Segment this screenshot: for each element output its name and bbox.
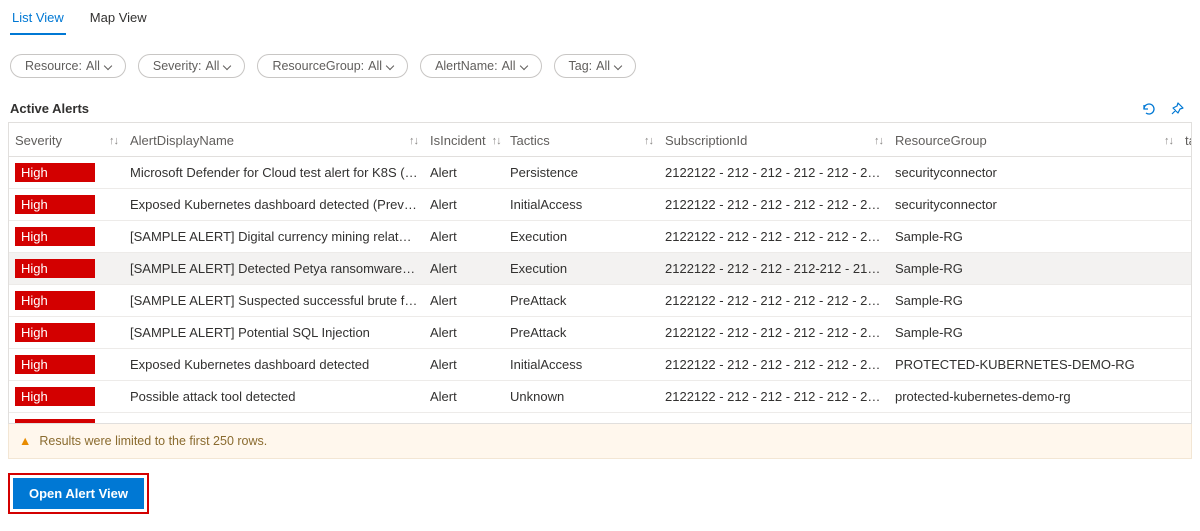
severity-badge: High bbox=[15, 163, 95, 182]
tab-map-view[interactable]: Map View bbox=[88, 6, 149, 35]
severity-badge: High bbox=[15, 355, 95, 374]
filter-resource[interactable]: Resource: All bbox=[10, 54, 126, 78]
severity-badge: High bbox=[15, 195, 95, 214]
open-alert-view-button[interactable]: Open Alert View bbox=[13, 478, 144, 509]
table-row[interactable]: High[SAMPLE ALERT] Potential SQL Injecti… bbox=[9, 317, 1191, 349]
table-row[interactable]: High[SAMPLE ALERT] Digital currency mini… bbox=[9, 221, 1191, 253]
view-tabs: List View Map View bbox=[8, 6, 1192, 36]
warning-icon: ▲ bbox=[19, 434, 31, 448]
filter-alertname[interactable]: AlertName: All bbox=[420, 54, 541, 78]
table-row[interactable]: HighExposed Kubernetes dashboard detecte… bbox=[9, 349, 1191, 381]
severity-badge: High bbox=[15, 323, 95, 342]
col-severity[interactable]: Severity↑↓ bbox=[9, 123, 124, 157]
sort-icon[interactable]: ↑↓ bbox=[492, 135, 501, 147]
sort-icon[interactable]: ↑↓ bbox=[644, 135, 653, 147]
table-row[interactable]: High[SAMPLE ALERT] Suspected successful … bbox=[9, 285, 1191, 317]
filter-tag[interactable]: Tag: All bbox=[554, 54, 637, 78]
open-alert-view-highlight: Open Alert View bbox=[8, 473, 149, 514]
sort-icon[interactable]: ↑↓ bbox=[109, 135, 118, 147]
results-limit-banner: ▲ Results were limited to the first 250 … bbox=[8, 424, 1192, 459]
col-subscription[interactable]: SubscriptionId↑↓ bbox=[659, 123, 889, 157]
banner-text: Results were limited to the first 250 ro… bbox=[39, 434, 267, 448]
col-tactics[interactable]: Tactics↑↓ bbox=[504, 123, 659, 157]
sort-icon[interactable]: ↑↓ bbox=[409, 135, 418, 147]
chevron-down-icon bbox=[520, 62, 529, 71]
severity-badge: High bbox=[15, 387, 95, 406]
col-alert-name[interactable]: AlertDisplayName↑↓ bbox=[124, 123, 424, 157]
col-tags[interactable]: tags↑↓ bbox=[1179, 123, 1191, 157]
table-row[interactable]: HighMicrosoft Defender for Cloud test al… bbox=[9, 157, 1191, 189]
chevron-down-icon bbox=[614, 62, 623, 71]
col-resource-group[interactable]: ResourceGroup↑↓ bbox=[889, 123, 1179, 157]
chevron-down-icon bbox=[386, 62, 395, 71]
severity-badge: High bbox=[15, 291, 95, 310]
table-row[interactable]: HighExposed Kubernetes dashboard detecte… bbox=[9, 189, 1191, 221]
severity-badge: High bbox=[15, 227, 95, 246]
chevron-down-icon bbox=[104, 62, 113, 71]
severity-badge: High bbox=[15, 419, 95, 423]
table-row[interactable]: High[SAMPLE ALERT] Attempted logon by a … bbox=[9, 413, 1191, 424]
filter-resourcegroup[interactable]: ResourceGroup: All bbox=[257, 54, 408, 78]
tab-list-view[interactable]: List View bbox=[10, 6, 66, 35]
table-row[interactable]: HighPossible attack tool detectedAlertUn… bbox=[9, 381, 1191, 413]
sort-icon[interactable]: ↑↓ bbox=[874, 135, 883, 147]
undo-icon[interactable] bbox=[1140, 100, 1158, 118]
col-is-incident[interactable]: IsIncident↑↓ bbox=[424, 123, 504, 157]
sort-icon[interactable]: ↑↓ bbox=[1164, 135, 1173, 147]
section-title: Active Alerts bbox=[10, 101, 89, 116]
alerts-table: Severity↑↓ AlertDisplayName↑↓ IsIncident… bbox=[8, 122, 1192, 424]
filter-severity[interactable]: Severity: All bbox=[138, 54, 246, 78]
chevron-down-icon bbox=[223, 62, 232, 71]
filter-bar: Resource: All Severity: All ResourceGroup:… bbox=[8, 54, 1192, 78]
pin-icon[interactable] bbox=[1168, 100, 1186, 118]
severity-badge: High bbox=[15, 259, 95, 278]
table-row[interactable]: High[SAMPLE ALERT] Detected Petya ransom… bbox=[9, 253, 1191, 285]
